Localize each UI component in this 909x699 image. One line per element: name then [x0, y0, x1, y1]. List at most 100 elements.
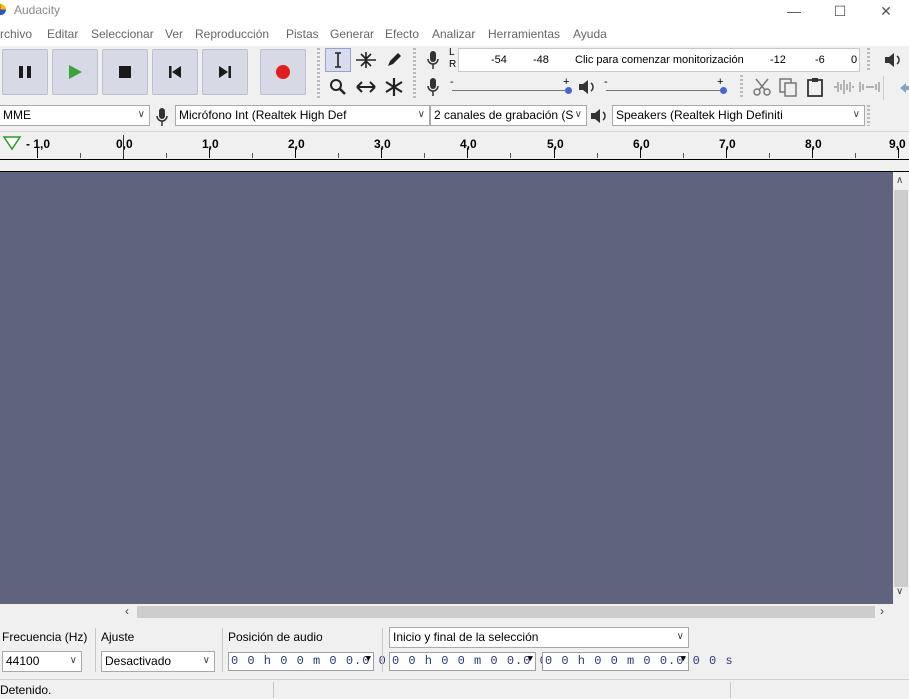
ruler-tick — [209, 148, 210, 158]
close-button[interactable]: ✕ — [863, 0, 909, 22]
toolbar-grip[interactable] — [867, 48, 870, 72]
speaker-icon — [885, 53, 900, 67]
vertical-scroll-thumb[interactable] — [894, 190, 908, 587]
envelope-tool-button[interactable] — [353, 48, 379, 72]
selection-toolbar: Frecuencia (Hz) 44100 ∨ Ajuste Desactiva… — [0, 622, 909, 676]
pause-icon — [19, 66, 31, 78]
ruler-label: 0,0 — [116, 137, 133, 151]
time-shift-tool-button[interactable] — [353, 75, 379, 99]
timeline-ruler[interactable]: - 1,0 0,0 1,0 2,0 3,0 4,0 5,0 6,0 7,0 8,… — [0, 131, 909, 159]
separator — [730, 682, 731, 698]
minimize-button[interactable]: — — [771, 0, 817, 22]
ruler-tick — [683, 153, 684, 158]
meter-scale-label: -48 — [533, 54, 549, 66]
record-meter-button[interactable] — [420, 48, 446, 72]
pin-playhead-button[interactable] — [2, 135, 22, 154]
magnifier-icon — [330, 79, 346, 95]
ruler-tick — [769, 153, 770, 158]
recording-meter[interactable]: -54 -48 Clic para comenzar monitorizació… — [458, 48, 860, 72]
meter-channel-right: R — [449, 59, 457, 70]
ruler-label: 5,0 — [547, 137, 564, 151]
menu-reproduccion[interactable]: Reproducción — [195, 27, 269, 41]
ruler-label: 1,0 — [202, 137, 219, 151]
meter-scale-label: -12 — [770, 54, 786, 66]
recording-channels-select[interactable]: 2 canales de grabación (S ∨ — [430, 105, 587, 126]
ruler-label: 8,0 — [805, 137, 822, 151]
speaker-icon — [579, 80, 594, 94]
playback-device-value: Speakers (Realtek High Definiti — [616, 108, 783, 122]
audio-position-label: Posición de audio — [228, 630, 323, 644]
chevron-down-icon: ∨ — [69, 655, 77, 666]
audio-position-field[interactable]: 0 0 h 0 0 m 0 0.0 0 0 s ▼ — [228, 652, 419, 671]
selection-tool-button[interactable] — [325, 48, 351, 72]
silence-audio-button[interactable] — [857, 75, 883, 99]
asterisk-icon — [385, 78, 403, 96]
audio-host-select[interactable]: MME ∨ — [0, 105, 150, 126]
menu-analizar[interactable]: Analizar — [432, 27, 475, 41]
menu-efecto[interactable]: Efecto — [385, 27, 419, 41]
stop-button[interactable] — [102, 49, 148, 95]
toolbar-grip[interactable] — [413, 48, 416, 98]
ruler-tick — [424, 153, 425, 158]
menu-archivo[interactable]: rchivo — [0, 27, 32, 41]
meter-scale-label: 0 — [851, 54, 858, 66]
status-text: Detenido. — [0, 683, 52, 697]
menu-generar[interactable]: Generar — [330, 27, 374, 41]
menu-pistas[interactable]: Pistas — [286, 27, 319, 41]
track-panel[interactable] — [0, 172, 893, 604]
double-arrow-icon — [356, 81, 376, 93]
play-button[interactable] — [52, 49, 98, 95]
playback-device-select[interactable]: Speakers (Realtek High Definiti ∨ — [612, 105, 865, 126]
recording-channels-value: 2 canales de grabación (S — [434, 108, 574, 122]
snap-to-select[interactable]: Desactivado ∨ — [101, 651, 215, 672]
toolbar-grip[interactable] — [317, 48, 320, 98]
playback-volume-slider[interactable] — [606, 90, 724, 91]
playback-meter-button[interactable] — [880, 48, 906, 72]
recording-volume-icon-button — [420, 75, 446, 99]
chevron-up-icon[interactable]: ∧ — [896, 175, 903, 186]
record-button[interactable] — [260, 49, 306, 95]
trim-audio-button[interactable] — [831, 75, 857, 99]
speaker-icon — [589, 107, 609, 128]
chevron-left-icon[interactable]: ‹ — [125, 604, 129, 618]
separator — [222, 628, 223, 672]
toolbar-grip[interactable] — [867, 105, 870, 126]
maximize-button[interactable]: ☐ — [817, 0, 863, 22]
menu-herramientas[interactable]: Herramientas — [488, 27, 560, 41]
menu-ayuda[interactable]: Ayuda — [573, 27, 607, 41]
pause-button[interactable] — [2, 49, 48, 95]
project-rate-select[interactable]: 44100 ∨ — [2, 651, 82, 672]
draw-tool-button[interactable] — [381, 48, 407, 72]
recording-volume-knob[interactable] — [565, 87, 572, 94]
selection-mode-select[interactable]: Inicio y final de la selección ∨ — [389, 627, 689, 648]
copy-button[interactable] — [775, 75, 801, 99]
multi-tool-button[interactable] — [381, 75, 407, 99]
cut-button[interactable] — [749, 75, 775, 99]
menu-editar[interactable]: Editar — [47, 27, 78, 41]
toolbar-grip[interactable] — [740, 75, 743, 99]
ruler-tick — [37, 148, 38, 158]
paste-button[interactable] — [802, 75, 828, 99]
recording-volume-slider[interactable] — [452, 90, 570, 91]
recording-device-select[interactable]: Micrófono Int (Realtek High Def ∨ — [175, 105, 430, 126]
meter-scale-label: -6 — [815, 54, 825, 66]
chevron-right-icon[interactable]: › — [880, 604, 884, 618]
chevron-down-icon[interactable]: ∨ — [896, 586, 903, 597]
skip-to-end-button[interactable] — [202, 49, 248, 95]
menu-ver[interactable]: Ver — [165, 27, 183, 41]
undo-button[interactable] — [883, 76, 909, 100]
recording-device-value: Micrófono Int (Realtek High Def — [179, 108, 347, 122]
copy-icon — [779, 78, 797, 97]
caret-down-icon: ▼ — [365, 654, 372, 664]
horizontal-scroll-thumb[interactable] — [137, 606, 875, 618]
selection-end-field[interactable]: 0 0 h 0 0 m 0 0.0 0 0 s ▼ — [542, 652, 733, 671]
skip-start-icon — [169, 66, 181, 78]
playhead-marker[interactable] — [123, 135, 124, 159]
zoom-tool-button[interactable] — [325, 75, 351, 99]
skip-to-start-button[interactable] — [152, 49, 198, 95]
chevron-down-icon: ∨ — [417, 109, 425, 120]
menu-seleccionar[interactable]: Seleccionar — [91, 27, 154, 41]
selection-start-field[interactable]: 0 0 h 0 0 m 0 0.0 0 0 s ▼ — [389, 652, 580, 671]
playback-volume-knob[interactable] — [720, 87, 727, 94]
ruler-label: - 1,0 — [26, 137, 51, 151]
